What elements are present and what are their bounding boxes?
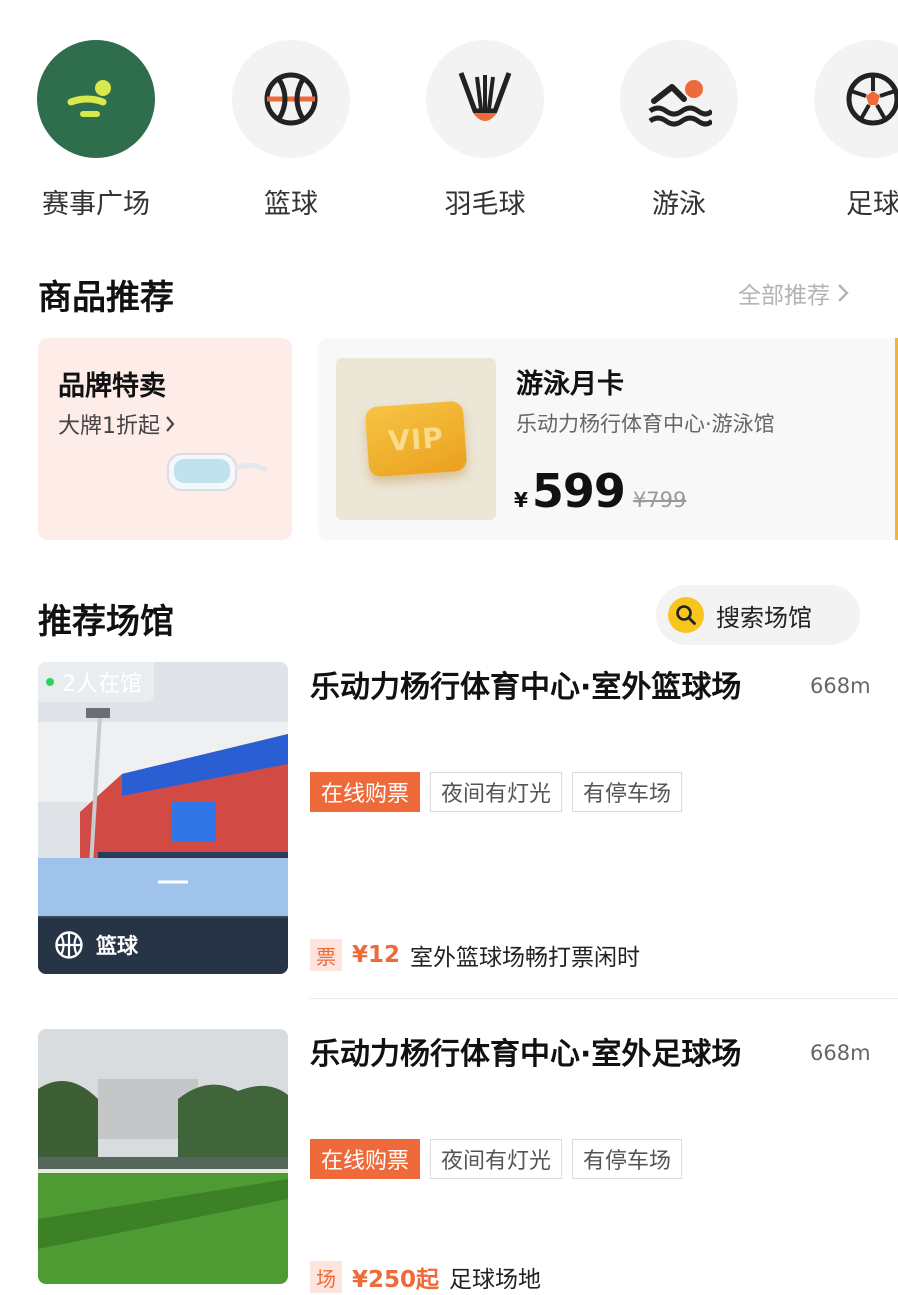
football-icon [814,40,898,158]
deal-description: 室外篮球场畅打票闲时 [410,945,641,971]
category-swimming[interactable]: 游泳 [614,40,744,220]
venue-tags: 在线购票 夜间有灯光 有停车场 [310,772,683,812]
venue-deal[interactable]: 票 ¥12 室外篮球场畅打票闲时 [310,938,640,972]
live-dot-icon [46,678,54,686]
tag-night-lighting: 夜间有灯光 [430,1139,563,1179]
sport-type-label: 篮球 [96,934,138,958]
section-title-venues: 推荐场馆 [38,602,174,642]
football-field-image [38,1029,288,1284]
occupancy-text: 2人在馆 [62,672,142,697]
tag-online-ticket: 在线购票 [310,1139,421,1179]
venue-distance: 668m [810,674,871,698]
category-label: 足球 [846,189,898,220]
brand-sale-subtitle-text: 大牌1折起 [58,414,160,439]
category-badminton[interactable]: 羽毛球 [420,40,550,220]
swim-monthly-card[interactable]: VIP 游泳月卡 乐动力杨行体育中心·游泳馆 ¥ 599 ¥799 [318,338,898,540]
basketball-icon [232,40,350,158]
section-title-products: 商品推荐 [38,278,174,318]
swimmer-icon [620,40,738,158]
all-recommendations-link[interactable]: 全部推荐 [738,276,850,310]
deal-badge: 票 [310,939,342,971]
venue-photo [38,1029,288,1284]
tag-parking: 有停车场 [572,1139,683,1179]
category-football[interactable]: 足球 [808,40,898,220]
search-icon [668,597,704,633]
search-venues-button[interactable]: 搜索场馆 [656,585,860,645]
deal-description: 足球场地 [449,1267,542,1293]
venue-photo: 2人在馆 篮球 [38,662,288,974]
venue-title: 乐动力杨行体育中心·室外篮球场 [310,670,742,705]
shuttlecock-icon [426,40,544,158]
venue-card[interactable]: 2人在馆 篮球 乐动力杨行体育中心·室外篮球场 668m 在线购票 夜间有灯光 … [38,662,898,982]
brand-sale-title: 品牌特卖 [58,371,166,402]
tag-night-lighting: 夜间有灯光 [430,772,563,812]
chevron-right-icon [838,284,849,302]
tag-online-ticket: 在线购票 [310,772,421,812]
brand-sale-subtitle: 大牌1折起 [58,408,176,440]
product-thumbnail: VIP [336,358,496,520]
search-venues-label: 搜索场馆 [716,603,812,632]
category-label: 赛事广场 [42,189,150,220]
venue-distance: 668m [810,1041,871,1065]
deal-badge: 场 [310,1261,342,1293]
product-price: ¥ 599 ¥799 [514,464,686,518]
category-event-plaza[interactable]: 赛事广场 [31,40,161,220]
product-venue: 乐动力杨行体育中心·游泳馆 [516,412,775,436]
tag-parking: 有停车场 [572,772,683,812]
sport-type-strip: 篮球 [38,916,288,974]
more-label: 全部推荐 [738,283,830,309]
price-value: 599 [531,464,626,518]
basketball-icon [55,931,83,959]
goggles-icon [167,453,268,491]
category-label: 羽毛球 [444,189,526,220]
occupancy-badge: 2人在馆 [38,662,154,702]
event-plaza-icon [37,40,155,158]
venue-tags: 在线购票 夜间有灯光 有停车场 [310,1139,683,1179]
deal-price: ¥12 [352,942,401,968]
category-label: 篮球 [264,189,318,220]
chevron-right-icon [166,416,175,432]
category-basketball[interactable]: 篮球 [226,40,356,220]
product-title: 游泳月卡 [516,369,624,400]
category-nav: 赛事广场 篮球 羽毛球 游泳 足球 [0,40,898,220]
category-label: 游泳 [652,189,706,220]
original-price: ¥799 [632,488,687,512]
venue-title: 乐动力杨行体育中心·室外足球场 [310,1037,742,1072]
vip-card-image: VIP [364,400,468,478]
venue-card[interactable]: 乐动力杨行体育中心·室外足球场 668m 在线购票 夜间有灯光 有停车场 场 ¥… [38,1029,898,1295]
brand-sale-card[interactable]: 品牌特卖 大牌1折起 [38,338,292,540]
divider [310,998,898,999]
currency-symbol: ¥ [514,488,528,512]
venue-deal[interactable]: 场 ¥250起 足球场地 [310,1260,541,1294]
deal-price: ¥250起 [352,1267,440,1293]
